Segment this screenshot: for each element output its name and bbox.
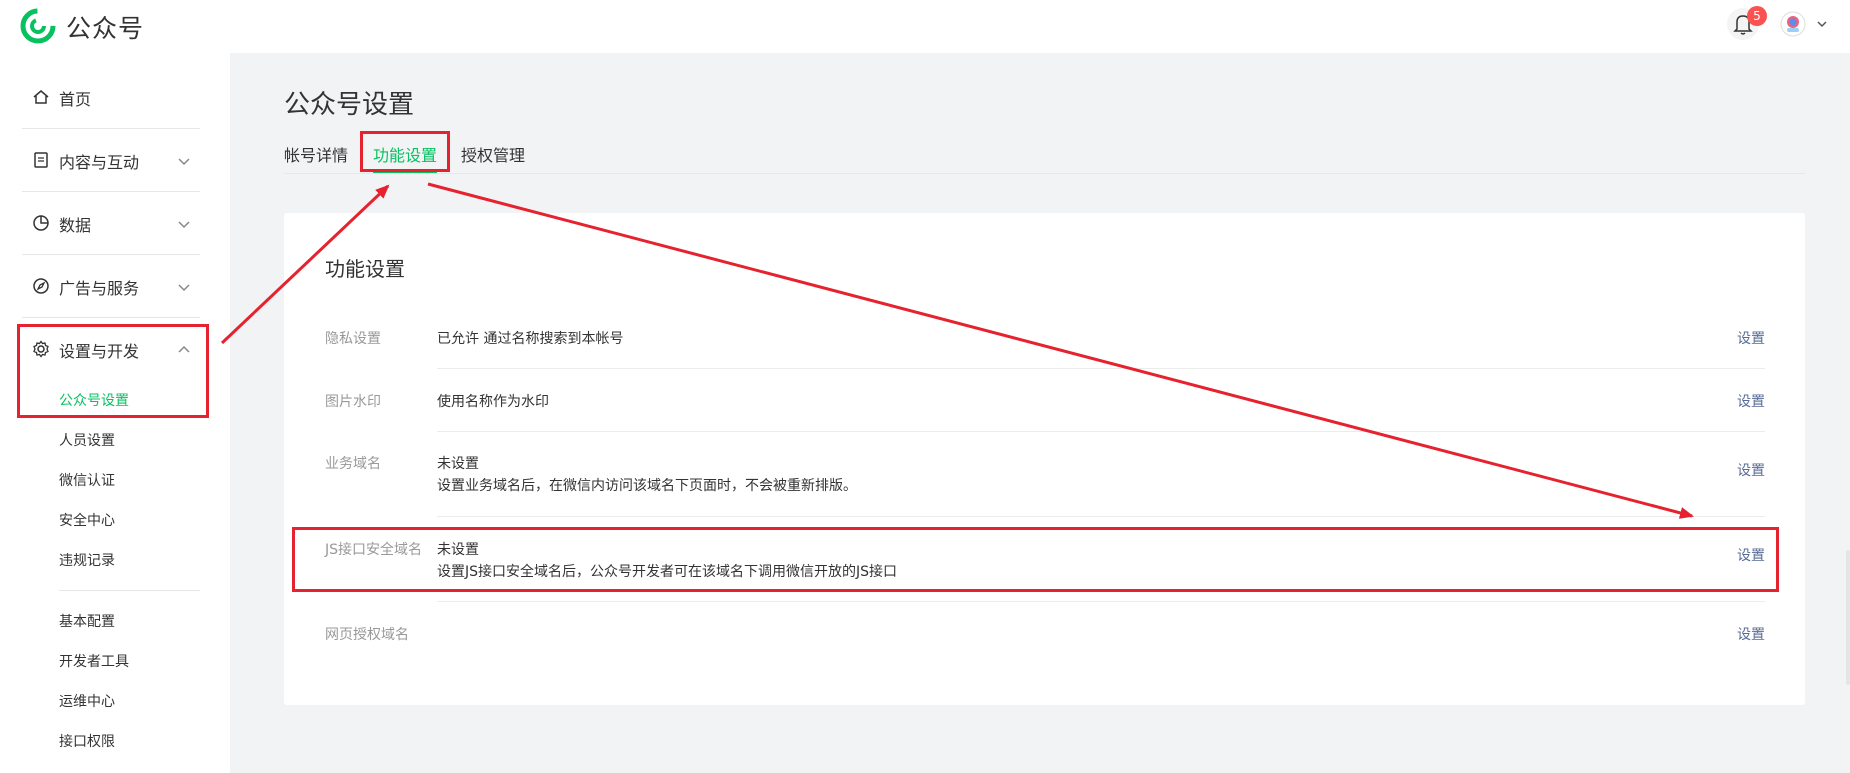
sidebar-item-content[interactable]: 内容与互动 — [22, 129, 200, 192]
sidebar-item-label: 首页 — [59, 90, 92, 109]
sidebar-subitem-member-settings[interactable]: 人员设置 — [59, 430, 115, 450]
chevron-down-icon — [178, 221, 190, 229]
sidebar-subitem-basic-config[interactable]: 基本配置 — [59, 611, 115, 631]
top-bar: 公众号 5 — [0, 0, 1850, 53]
row-desc-business-domain: 设置业务域名后，在微信内访问该域名下页面时，不会被重新排版。 — [437, 478, 857, 494]
document-icon — [34, 152, 48, 168]
avatar[interactable] — [1780, 11, 1806, 37]
tab-account-details[interactable]: 帐号详情 — [284, 142, 348, 166]
pie-chart-icon — [33, 215, 49, 231]
watermark-settings-button[interactable]: 设置 — [1737, 391, 1765, 411]
wechat-official-logo-icon[interactable] — [20, 8, 56, 44]
divider — [437, 368, 1765, 369]
chevron-down-icon — [178, 158, 190, 166]
compass-icon — [33, 278, 49, 294]
sidebar-item-data[interactable]: 数据 — [22, 192, 200, 255]
sidebar-subitem-ops-center[interactable]: 运维中心 — [59, 691, 115, 711]
divider — [437, 431, 1765, 432]
sidebar-item-label: 数据 — [59, 216, 92, 235]
page-title: 公众号设置 — [284, 90, 415, 120]
sidebar-item-home[interactable]: 首页 — [22, 66, 200, 129]
sidebar-subitem-api-permissions[interactable]: 接口权限 — [59, 731, 115, 751]
sidebar-subitem-violations[interactable]: 违规记录 — [59, 550, 115, 570]
annotation-box-sidebar — [17, 324, 209, 418]
row-value-privacy: 已允许 通过名称搜索到本帐号 — [437, 331, 624, 347]
row-value-watermark: 使用名称作为水印 — [437, 394, 549, 410]
row-label-privacy: 隐私设置 — [325, 331, 381, 347]
tab-authorization[interactable]: 授权管理 — [461, 142, 525, 166]
row-value-business-domain: 未设置 — [437, 456, 479, 472]
feature-settings-card — [284, 213, 1805, 705]
sidebar-subitem-developer-tools[interactable]: 开发者工具 — [59, 651, 129, 671]
divider — [59, 590, 200, 591]
sidebar-subitem-verification[interactable]: 微信认证 — [59, 470, 115, 490]
notification-badge: 5 — [1747, 6, 1767, 26]
privacy-settings-button[interactable]: 设置 — [1737, 328, 1765, 348]
row-label-watermark: 图片水印 — [325, 394, 381, 410]
sidebar-item-label: 广告与服务 — [59, 279, 140, 298]
home-icon — [33, 90, 49, 104]
sidebar-subitem-security-center[interactable]: 安全中心 — [59, 510, 115, 530]
sidebar-item-label: 内容与互动 — [59, 153, 140, 172]
divider — [437, 601, 1765, 602]
oauth-domain-settings-button[interactable]: 设置 — [1737, 624, 1765, 644]
annotation-box-tab — [360, 131, 450, 172]
scrollbar[interactable] — [1846, 550, 1850, 685]
chevron-down-icon[interactable] — [1815, 17, 1829, 31]
row-label-oauth-domain: 网页授权域名 — [325, 627, 409, 643]
business-domain-settings-button[interactable]: 设置 — [1737, 460, 1765, 480]
brand-name: 公众号 — [66, 14, 145, 43]
tabs-divider — [284, 173, 1805, 174]
chevron-down-icon — [178, 284, 190, 292]
divider — [437, 516, 1765, 517]
row-label-business-domain: 业务域名 — [325, 456, 381, 472]
sidebar-item-ads-services[interactable]: 广告与服务 — [22, 255, 200, 318]
annotation-box-js-row — [292, 527, 1779, 592]
card-title: 功能设置 — [325, 257, 405, 281]
